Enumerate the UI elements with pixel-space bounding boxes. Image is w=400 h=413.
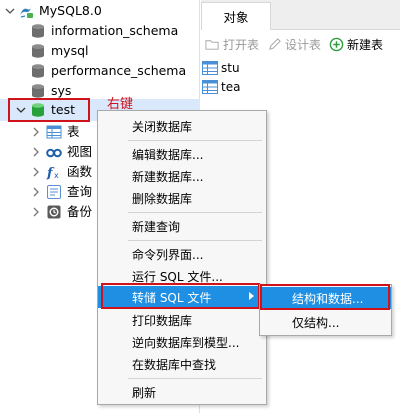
database-item[interactable]: performance_schema [30, 61, 186, 81]
menu-item-delete-database[interactable]: 删除数据库 [98, 187, 266, 209]
menu-separator [128, 212, 262, 213]
menu-item-close-database[interactable]: 关闭数据库 [98, 115, 266, 137]
table-icon [202, 60, 218, 75]
context-menu: 关闭数据库 编辑数据库... 新建数据库... 删除数据库 新建查询 命令列界面… [97, 110, 267, 405]
menu-separator [128, 240, 262, 241]
database-icon [30, 23, 46, 39]
function-icon: fx [46, 164, 62, 180]
tree-item-tables[interactable]: 表 [46, 122, 80, 142]
tab-objects[interactable]: 对象 [201, 2, 271, 30]
backup-icon [46, 204, 62, 220]
tree-item-views[interactable]: 视图 [46, 142, 92, 162]
expand-arrow-icon[interactable] [30, 206, 42, 218]
open-table-icon [205, 40, 219, 50]
highlight-box-submenu-item [260, 284, 390, 310]
database-item[interactable]: mysql [30, 41, 89, 61]
menu-item-new-query[interactable]: 新建查询 [98, 215, 266, 237]
object-item[interactable]: tea [201, 77, 400, 96]
database-item[interactable]: information_schema [30, 21, 178, 41]
open-table-label: 打开表 [223, 38, 260, 52]
menu-separator [128, 140, 262, 141]
query-icon [46, 184, 62, 200]
tab-bar: 对象 [201, 0, 400, 30]
svg-text:x: x [54, 171, 59, 180]
open-table-button[interactable]: 打开表 [205, 36, 259, 53]
new-table-label: 新建表 [347, 38, 384, 52]
highlight-box-menu-item [101, 283, 260, 309]
tree-item-label: 备份 [67, 204, 93, 219]
tree-item-label: 表 [67, 124, 80, 139]
database-icon [30, 63, 46, 79]
tree-item-label: 视图 [67, 144, 93, 159]
database-icon [30, 83, 46, 99]
tree-item-label: 查询 [67, 184, 93, 199]
plus-circle-icon [329, 37, 344, 52]
database-name: information_schema [51, 23, 179, 38]
collapse-arrow-icon[interactable] [4, 5, 16, 17]
expand-arrow-icon[interactable] [30, 166, 42, 178]
menu-item-print-database[interactable]: 打印数据库 [98, 309, 266, 331]
connection-name: MySQL8.0 [39, 3, 102, 18]
tree-item-backups[interactable]: 备份 [46, 202, 92, 222]
database-name: mysql [51, 43, 89, 58]
menu-separator [128, 378, 262, 379]
new-table-button[interactable]: 新建表 [329, 36, 383, 53]
design-table-icon [269, 38, 281, 50]
tree-item-label: 函数 [67, 164, 93, 179]
table-icon [46, 124, 62, 140]
highlight-box-database [8, 98, 90, 122]
tree-item-functions[interactable]: fx 函数 [46, 162, 92, 182]
view-icon [46, 144, 62, 160]
database-name: performance_schema [51, 63, 187, 78]
table-icon [202, 79, 218, 94]
design-table-label: 设计表 [285, 38, 322, 52]
expand-arrow-icon[interactable] [30, 146, 42, 158]
expand-arrow-icon[interactable] [30, 186, 42, 198]
menu-item-command-line[interactable]: 命令列界面... [98, 243, 266, 265]
object-item[interactable]: stu [201, 58, 400, 77]
tree-item-queries[interactable]: 查询 [46, 182, 92, 202]
design-table-button[interactable]: 设计表 [267, 36, 321, 53]
connection-icon [18, 3, 34, 19]
submenu-item-structure-only[interactable]: 仅结构... [260, 311, 391, 333]
connection-item[interactable]: MySQL8.0 [18, 1, 102, 21]
object-name: stu [221, 60, 240, 75]
object-name: tea [221, 79, 241, 94]
menu-item-edit-database[interactable]: 编辑数据库... [98, 143, 266, 165]
database-icon [30, 43, 46, 59]
menu-item-find-in-database[interactable]: 在数据库中查找 [98, 353, 266, 375]
menu-item-reverse-to-model[interactable]: 逆向数据库到模型... [98, 331, 266, 353]
menu-item-refresh[interactable]: 刷新 [98, 381, 266, 403]
object-toolbar: 打开表 设计表 新建表 [201, 31, 400, 58]
expand-arrow-icon[interactable] [30, 126, 42, 138]
object-list: stu tea [201, 58, 400, 96]
menu-item-new-database[interactable]: 新建数据库... [98, 165, 266, 187]
